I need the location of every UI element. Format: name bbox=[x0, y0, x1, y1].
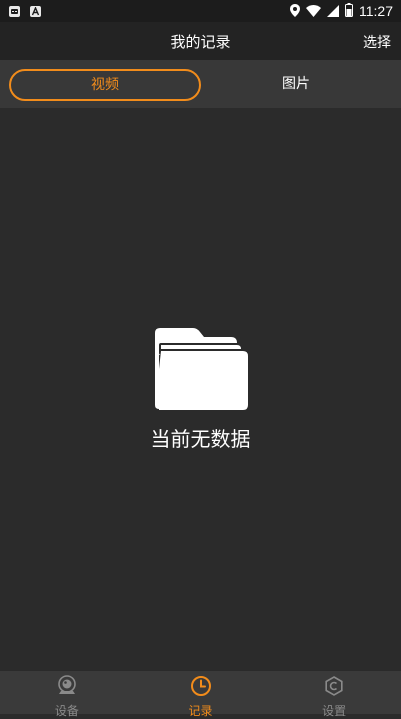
select-button[interactable]: 选择 bbox=[363, 32, 391, 52]
page-title: 我的记录 bbox=[170, 33, 231, 51]
nav-label-devices: 设备 bbox=[54, 704, 79, 718]
tab-video[interactable]: 视频 bbox=[9, 69, 201, 101]
tab-bar: 视频 图片 bbox=[0, 60, 401, 108]
clock-icon bbox=[190, 675, 212, 701]
nav-item-devices[interactable]: 设备 bbox=[0, 671, 134, 718]
title-bar: 我的记录 选择 bbox=[0, 22, 401, 60]
a-icon bbox=[30, 5, 41, 17]
bottom-nav: 设备 记录 设置 bbox=[0, 670, 401, 718]
folder-icon bbox=[153, 327, 249, 415]
clock-time: 11:27 bbox=[359, 3, 393, 19]
notification-icon bbox=[9, 5, 20, 17]
signal-icon bbox=[327, 2, 339, 21]
location-icon bbox=[290, 2, 300, 21]
camera-icon bbox=[56, 675, 78, 701]
settings-icon bbox=[323, 675, 345, 701]
nav-item-settings[interactable]: 设置 bbox=[267, 671, 401, 718]
status-bar: 11:27 bbox=[0, 0, 401, 22]
nav-label-records: 记录 bbox=[188, 704, 213, 718]
nav-item-records[interactable]: 记录 bbox=[134, 671, 268, 718]
empty-message: 当前无数据 bbox=[150, 427, 251, 451]
wifi-icon bbox=[306, 2, 321, 21]
records-content: 当前无数据 bbox=[0, 108, 401, 670]
battery-icon bbox=[345, 2, 353, 21]
empty-state: 当前无数据 bbox=[0, 327, 401, 452]
nav-label-settings: 设置 bbox=[322, 704, 347, 718]
tab-photo[interactable]: 图片 bbox=[201, 69, 391, 99]
